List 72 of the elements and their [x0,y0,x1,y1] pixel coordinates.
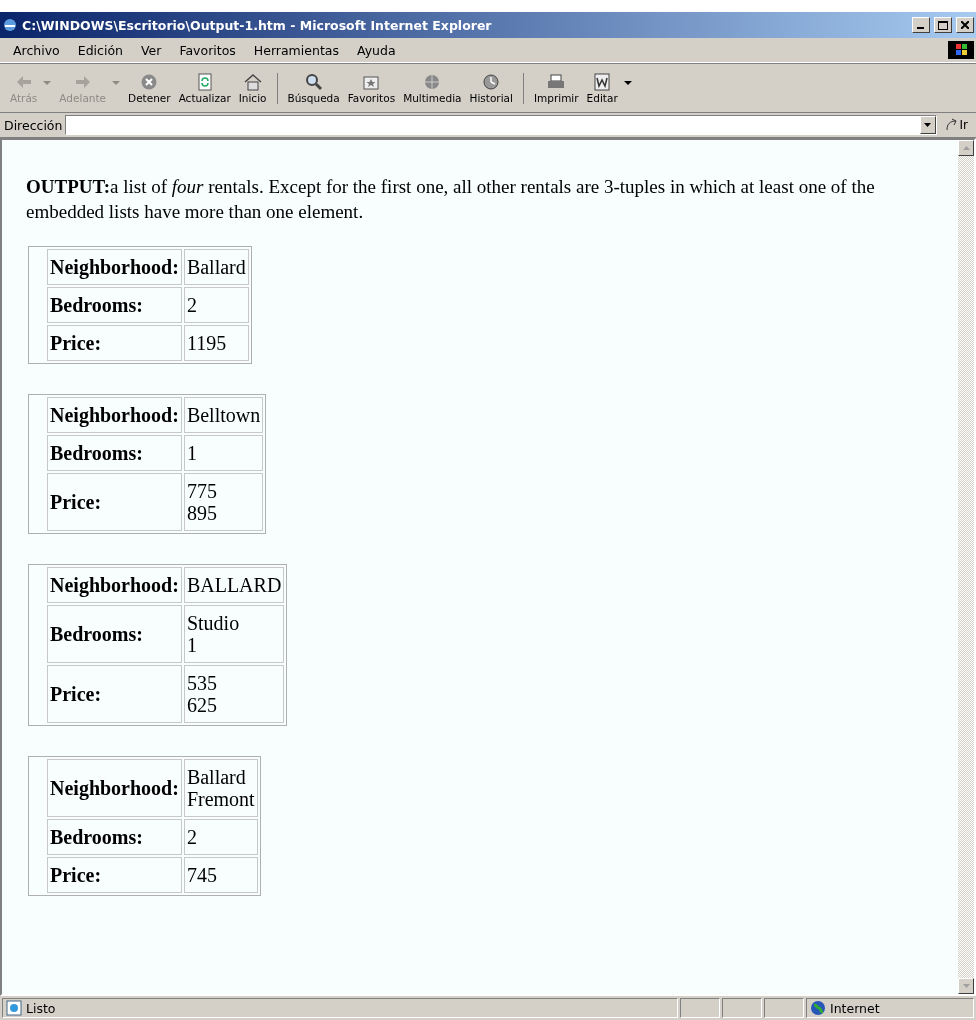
table-cell: 1195 [183,325,249,361]
table-cell: Belltown [183,397,264,433]
table-cell: Bedrooms: [47,435,182,471]
scrollbar[interactable] [958,140,974,994]
table-cell: Neighborhood: [47,759,182,817]
table-cell: Price: [47,473,182,531]
menu-item[interactable]: Archivo [4,42,69,58]
status-pane [764,998,804,1018]
dropdown-button[interactable] [919,116,936,134]
table-cell: Bedrooms: [47,819,182,855]
toolbar-button[interactable]: Imprimir [529,72,583,104]
zone-text: Internet [830,1000,880,1016]
toolbar-button[interactable]: Detener [124,72,175,104]
go-arrow-icon [943,118,958,132]
window-title: C:\WINDOWS\Escritorio\Output-1.htm - Microsoft Internet Explorer [22,17,493,33]
toolbar-button[interactable]: Editar [582,72,622,104]
browser-icon [2,17,18,33]
table-cell: 2 [183,819,258,855]
table-cell: Price: [47,857,182,893]
table-cell: 1 [183,435,264,471]
address-field[interactable] [65,115,937,135]
scroll-up-button[interactable] [958,140,974,156]
table-cell: Neighborhood: [47,397,182,433]
close-icon [961,21,969,29]
menu-item[interactable]: Edición [68,42,132,58]
search-icon [303,72,324,91]
home-icon [242,72,263,91]
address-label: Dirección [4,117,63,133]
table-cell: Ballard [183,249,249,285]
up-arrow-icon [962,146,970,150]
table-cell: BALLARD [183,567,285,603]
table-cell: Neighborhood: [47,567,182,603]
status-pane [680,998,720,1018]
toolbar-button[interactable]: Multimedia [399,72,466,104]
history-clock-icon [481,72,502,91]
intro-paragraph: OUTPUT:a list of four rentals. Except for the first one, all other rentals are 3-tuples in which at least one of the embedded lists have more than one element. [26,175,876,224]
table-cell: 775 895 [183,473,264,531]
down-arrow-icon [962,984,970,988]
table-cell: Neighborhood: [47,249,182,285]
menu-item[interactable]: Herramientas [244,42,348,58]
globe-icon [810,1000,826,1016]
table-cell: Studio 1 [183,605,285,663]
menu-item[interactable]: Favoritos [170,42,245,58]
table-cell: Bedrooms: [47,287,182,323]
maximize-button[interactable] [934,17,952,33]
table-cell: Bedrooms: [47,605,182,663]
table-cell: 2 [183,287,249,323]
toolbar-button[interactable]: Búsqueda [283,72,344,104]
table-cell: 745 [183,857,258,893]
table-cell: Price: [47,665,182,723]
table-cell: Price: [47,325,182,361]
maximize-icon [938,20,948,30]
toolbar-button[interactable]: Actualizar [174,72,235,104]
menu-item[interactable]: Ver [131,42,171,58]
status-text: Listo [26,1000,56,1016]
status-pane [722,998,762,1018]
page-icon [6,1000,22,1016]
go-button[interactable]: Ir [939,118,972,132]
table-cell: Ballard Fremont [183,759,258,817]
table-cell: 535 625 [183,665,285,723]
document-edit-icon [592,72,613,91]
windows-logo-icon [948,41,974,59]
menu-item[interactable]: Ayuda [347,42,405,58]
printer-icon [546,72,567,91]
close-button[interactable] [956,17,974,33]
minimize-button[interactable] [912,17,930,33]
toolbar-button[interactable]: Historial [465,72,517,104]
caret-icon [924,123,931,127]
toolbar-button[interactable]: Inicio [234,72,271,104]
toolbar-button[interactable]: Favoritos [343,72,400,104]
scroll-down-button[interactable] [958,978,974,994]
dropdown-caret-icon[interactable] [623,81,632,85]
